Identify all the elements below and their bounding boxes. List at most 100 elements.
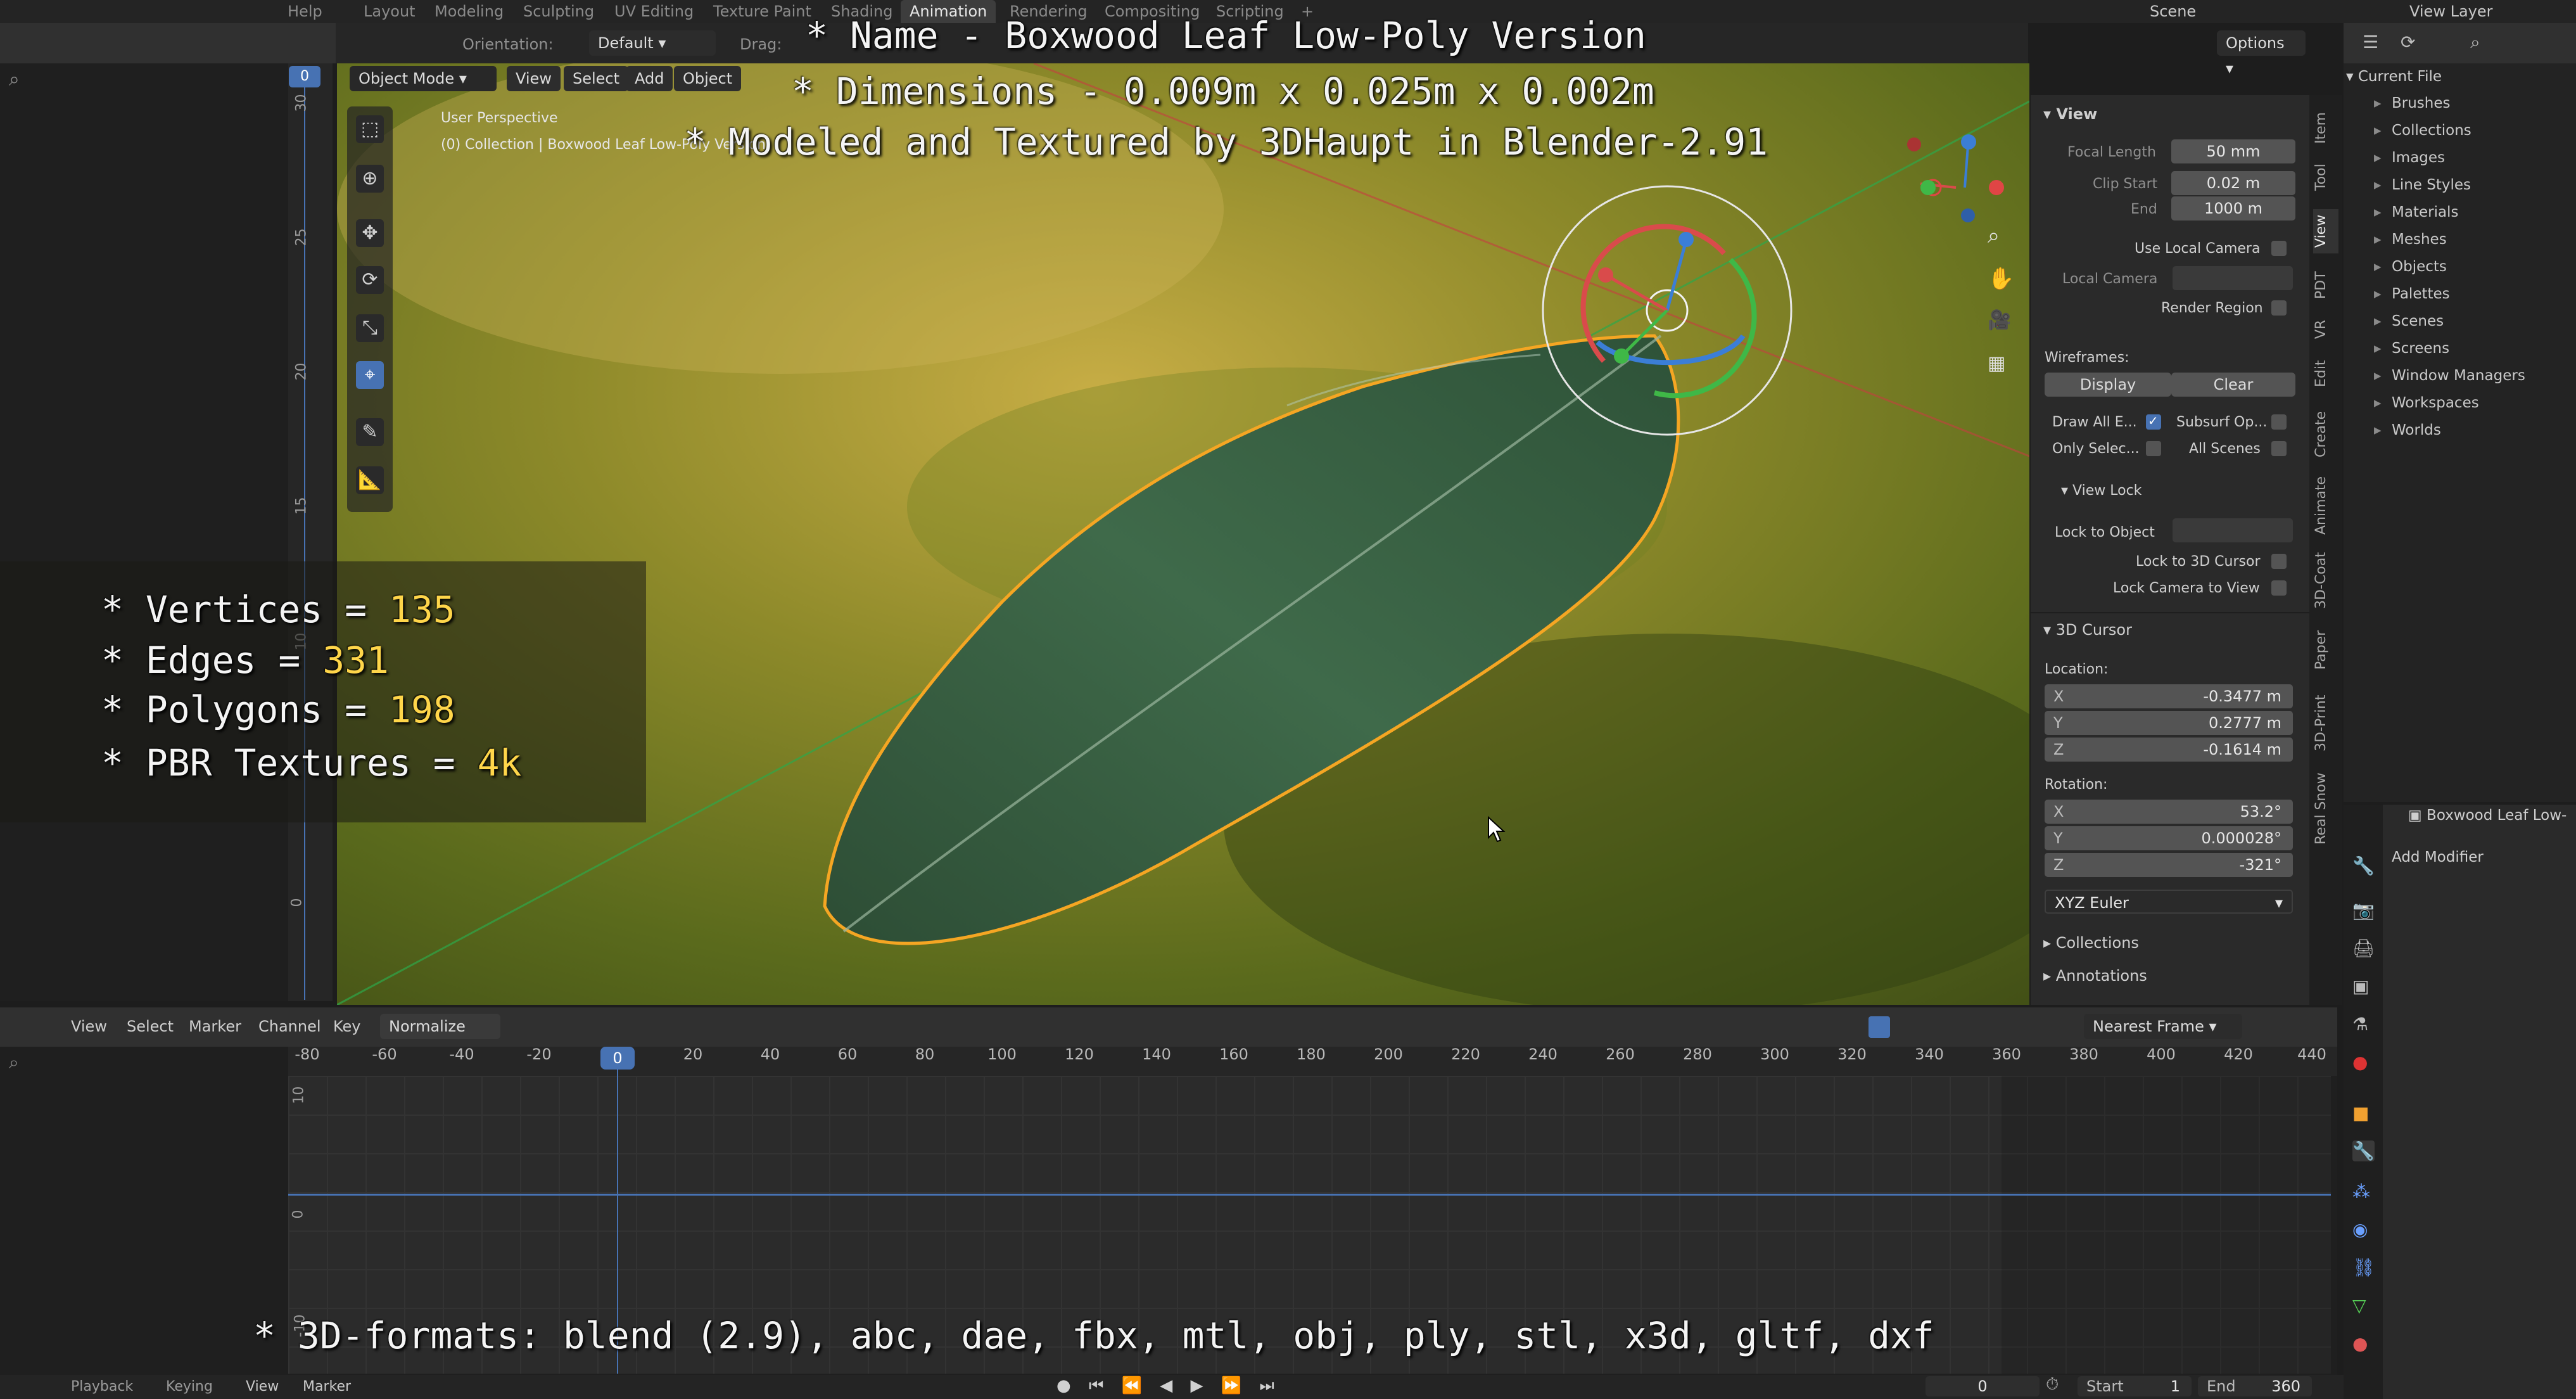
select-box-icon[interactable]: ⬚ (356, 115, 384, 143)
transform-icon[interactable]: ⌖ (356, 361, 384, 389)
subsurf-checkbox[interactable] (2271, 414, 2287, 430)
bottom-view-menu[interactable]: View (246, 1379, 279, 1395)
outliner-item[interactable]: Workspaces (2374, 395, 2479, 411)
grid-view-icon[interactable]: ▦ (1988, 352, 2005, 374)
current-file-item[interactable]: ▾ Current File (2346, 68, 2442, 85)
search-icon[interactable]: ⌕ (2470, 32, 2480, 53)
outliner-item[interactable]: Line Styles (2374, 177, 2471, 193)
view-layer-selector[interactable]: View Layer (2401, 0, 2502, 23)
constraints-icon[interactable]: ⛓ (2352, 1257, 2375, 1278)
normalize-toggle[interactable]: Normalize (380, 1014, 500, 1039)
tab-sculpting[interactable]: Sculpting (514, 0, 603, 23)
timeline-marker-menu[interactable]: Marker (189, 1018, 241, 1035)
pan-hand-icon[interactable]: ✋ (1988, 266, 2014, 291)
scene-selector[interactable]: Scene (2141, 0, 2205, 23)
display-mode-icon[interactable]: ☰ (2363, 32, 2378, 53)
tab-edit[interactable]: Edit (2313, 355, 2338, 393)
cursor-rot-x[interactable]: X 53.2° (2045, 800, 2293, 824)
lock-3d-cursor-checkbox[interactable] (2271, 554, 2287, 569)
outliner-item[interactable]: Screens (2374, 340, 2449, 357)
cursor-loc-y[interactable]: Y 0.2777 m (2045, 711, 2293, 735)
particles-icon[interactable]: ⁂ (2352, 1181, 2370, 1202)
render-icon[interactable]: 📷 (2352, 900, 2375, 921)
add-menu[interactable]: Add (626, 66, 673, 91)
material-icon[interactable]: ● (2352, 1333, 2368, 1354)
zoom-icon[interactable]: ⌕ (1988, 223, 2000, 248)
clip-start-field[interactable]: 0.02 m (2171, 171, 2295, 195)
rotate-icon[interactable]: ⟳ (356, 266, 384, 294)
select-menu[interactable]: Select (564, 66, 629, 91)
physics-icon[interactable]: ◉ (2352, 1219, 2368, 1240)
world-icon[interactable]: ● (2352, 1052, 2368, 1073)
outliner-item[interactable]: Collections (2374, 122, 2471, 139)
cursor-rot-y[interactable]: Y 0.000028° (2045, 826, 2293, 850)
orientation-dropdown[interactable]: Default ▾ (589, 30, 716, 56)
tab-3d-print[interactable]: 3D-Print (2313, 688, 2338, 758)
lock-to-object-field[interactable] (2173, 518, 2293, 542)
scale-icon[interactable]: ⤡ (356, 314, 384, 342)
collections-section[interactable]: ▸ Collections (2043, 934, 2139, 952)
tab-modeling[interactable]: Modeling (426, 0, 512, 23)
snap-dropdown[interactable]: Nearest Frame ▾ (2084, 1014, 2242, 1039)
tab-create[interactable]: Create (2313, 406, 2338, 463)
clip-end-field[interactable]: 1000 m (2171, 196, 2295, 220)
annotate-icon[interactable]: ✎ (356, 418, 384, 446)
timeline-select-menu[interactable]: Select (127, 1018, 174, 1035)
filter-icon[interactable]: ⟳ (2401, 32, 2415, 53)
outliner-item[interactable]: Brushes (2374, 95, 2450, 112)
search-icon[interactable]: ⌕ (9, 68, 20, 91)
tab-paper[interactable]: Paper (2313, 625, 2338, 675)
current-frame-field[interactable]: 0 (1926, 1376, 2040, 1396)
outliner-item[interactable]: Objects (2374, 259, 2447, 275)
cursor-loc-z[interactable]: Z -0.1614 m (2045, 738, 2293, 762)
outliner-item[interactable]: Materials (2374, 204, 2459, 220)
outliner-item[interactable]: Scenes (2374, 313, 2444, 329)
tab-layout[interactable]: Layout (355, 0, 424, 23)
object-menu[interactable]: Object (674, 66, 742, 91)
camera-icon[interactable]: 🎥 (1988, 309, 2011, 331)
object-icon[interactable]: ■ (2352, 1102, 2369, 1123)
outliner-item[interactable]: Meshes (2374, 231, 2447, 248)
tab-pdt[interactable]: PDT (2313, 266, 2338, 304)
use-local-camera-checkbox[interactable] (2271, 241, 2287, 256)
tab-view[interactable]: View (2313, 209, 2338, 253)
object-mode-dropdown[interactable]: Object Mode ▾ (350, 66, 497, 91)
measure-icon[interactable]: 📐 (356, 466, 384, 494)
all-scenes-checkbox[interactable] (2271, 441, 2287, 456)
keying-menu[interactable]: Keying (166, 1379, 213, 1395)
data-icon[interactable]: ▽ (2352, 1295, 2366, 1316)
add-modifier-dropdown[interactable]: Add Modifier (2392, 849, 2484, 866)
outliner-item[interactable]: Window Managers (2374, 367, 2525, 384)
lock-camera-checkbox[interactable] (2271, 580, 2287, 596)
only-selected-icon[interactable] (1869, 1016, 1890, 1038)
search-icon[interactable]: ⌕ (9, 1052, 19, 1073)
tab-tool[interactable]: Tool (2313, 158, 2338, 196)
tab-item[interactable]: Item (2313, 109, 2338, 147)
view-menu[interactable]: View (507, 66, 561, 91)
bottom-marker-menu[interactable]: Marker (303, 1379, 351, 1395)
output-icon[interactable]: 🖨 (2352, 938, 2375, 959)
local-camera-field[interactable] (2173, 266, 2293, 290)
timeline-channel-menu[interactable]: Channel (258, 1018, 321, 1035)
options-dropdown[interactable]: Options ▾ (2217, 30, 2306, 77)
view-section-header[interactable]: ▾ View (2043, 105, 2097, 123)
annotations-section[interactable]: ▸ Annotations (2043, 967, 2147, 985)
tab-texture-paint[interactable]: Texture Paint (704, 0, 820, 23)
tab-uv-editing[interactable]: UV Editing (606, 0, 702, 23)
tool-icon[interactable]: 🔧 (2352, 855, 2375, 876)
outliner-item[interactable]: Worlds (2374, 422, 2441, 438)
render-region-checkbox[interactable] (2271, 300, 2287, 316)
outliner-item[interactable]: Images (2374, 150, 2445, 166)
start-frame-field[interactable]: Start 1 (2078, 1376, 2192, 1396)
modifier-icon[interactable]: 🔧 (2352, 1140, 2375, 1161)
outliner-item[interactable]: Palettes (2374, 286, 2450, 302)
clear-button[interactable]: Clear (2171, 373, 2295, 397)
timeline-view-menu[interactable]: View (71, 1018, 107, 1035)
help-menu[interactable]: Help (279, 0, 331, 23)
draw-all-checkbox[interactable] (2146, 413, 2161, 430)
view-lock-header[interactable]: ▾ View Lock (2061, 483, 2141, 499)
current-frame-marker[interactable]: 0 (600, 1047, 635, 1070)
tab-real-snow[interactable]: Real Snow (2313, 770, 2338, 846)
rotation-mode-dropdown[interactable]: XYZ Euler ▾ (2045, 890, 2293, 914)
focal-length-field[interactable]: 50 mm (2171, 139, 2295, 163)
